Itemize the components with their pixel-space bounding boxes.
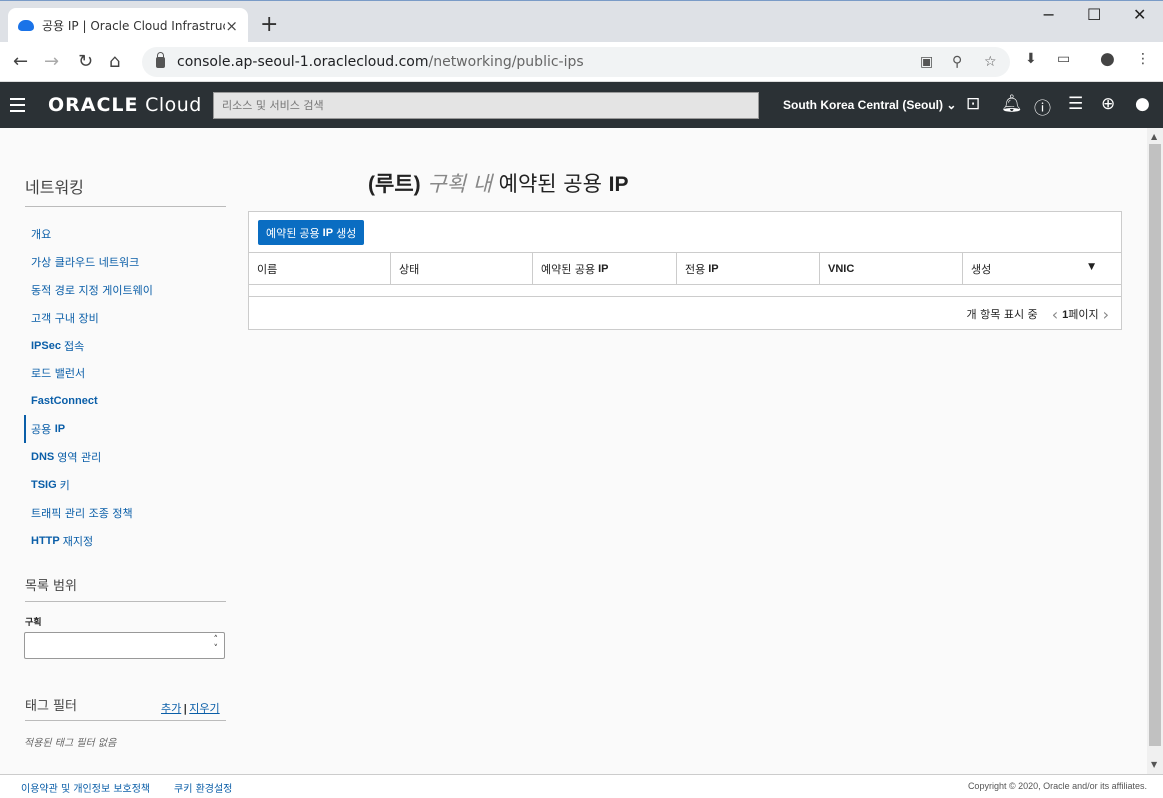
divider	[25, 720, 226, 721]
compartment-label: 구획	[25, 618, 42, 628]
cookie-preferences-link[interactable]: 쿠키 환경설정	[174, 780, 232, 795]
tab-title: 공용 IP | Oracle Cloud Infrastructure	[42, 19, 225, 33]
maximize-button[interactable]: ☐	[1087, 5, 1101, 24]
divider	[25, 601, 226, 602]
globe-icon[interactable]: ⊕	[1101, 94, 1115, 114]
sort-down-icon: ▼	[1088, 262, 1095, 272]
separator: |	[183, 702, 188, 715]
sidebar-item-ipsec[interactable]: IPSec 접속	[24, 332, 226, 360]
sidebar-item-http-redirect[interactable]: HTTP 재지정	[24, 527, 226, 555]
page-content: 네트워킹 개요 가상 클라우드 네트워크 동적 경로 지정 게이트웨이 고객 구…	[0, 128, 1147, 774]
oracle-cloud-favicon-icon	[18, 20, 34, 31]
sidebar-nav: 개요 가상 클라우드 네트워크 동적 경로 지정 게이트웨이 고객 구내 장비 …	[24, 220, 226, 555]
home-icon[interactable]: ⌂	[109, 51, 120, 72]
hamburger-menu-icon[interactable]	[10, 98, 25, 116]
page-footer: 이용약관 및 개인정보 보호정책 쿠키 환경설정 Copyright © 202…	[0, 774, 1163, 798]
sidebar-item-tsig[interactable]: TSIG 키	[24, 471, 226, 499]
column-header-private-ip[interactable]: 전용 IP	[677, 253, 820, 284]
logo-product: Cloud	[145, 94, 202, 116]
help-icon[interactable]: ⓘ	[1034, 94, 1051, 119]
sidebar-item-cpe[interactable]: 고객 구내 장비	[24, 304, 226, 332]
copyright: Copyright © 2020, Oracle and/or its affi…	[967, 781, 1147, 791]
extension-cast-icon[interactable]: ▭	[1057, 51, 1070, 67]
select-updown-icon: ˄ ˅	[213, 635, 219, 654]
tag-filter-actions: 추가 | 지우기	[161, 700, 220, 716]
sidebar-item-vcn[interactable]: 가상 클라우드 네트워크	[24, 248, 226, 276]
resource-search-input[interactable]	[213, 92, 759, 119]
lock-icon	[156, 51, 165, 68]
items-shown-label: 개 항목 표시 중	[966, 308, 1038, 321]
new-tab-button[interactable]: +	[260, 12, 278, 37]
compartment-select[interactable]: ˄ ˅	[24, 632, 225, 659]
create-reserved-ip-button[interactable]: 예약된 공용 IP 생성	[258, 220, 365, 245]
cloud-shell-icon[interactable]: ⊡	[966, 94, 980, 114]
sidebar-item-fastconnect[interactable]: FastConnect	[24, 387, 226, 415]
tag-add-link[interactable]: 추가	[161, 702, 181, 715]
translate-icon[interactable]: ▣	[920, 54, 933, 70]
column-header-name[interactable]: 이름	[249, 253, 391, 284]
profile-avatar-icon[interactable]: ●	[1100, 49, 1115, 69]
console-header: ORACLE Cloud South Korea Central (Seoul)…	[0, 82, 1163, 128]
scroll-down-icon[interactable]: ▼	[1151, 760, 1157, 769]
column-header-vnic[interactable]: VNIC	[820, 253, 963, 284]
page-title: (루트) 구획 내 예약된 공용 IP	[368, 172, 629, 196]
table-body-empty	[249, 285, 1121, 297]
browser-tab-strip: 공용 IP | Oracle Cloud Infrastructure × + …	[0, 0, 1163, 43]
sidebar-item-drg[interactable]: 동적 경로 지정 게이트웨이	[24, 276, 226, 304]
sidebar-item-load-balancer[interactable]: 로드 밸런서	[24, 359, 226, 387]
sidebar-item-overview[interactable]: 개요	[24, 220, 226, 248]
column-header-state[interactable]: 상태	[391, 253, 533, 284]
column-header-reserved-ip[interactable]: 예약된 공용 IP	[533, 253, 677, 284]
logo-brand: ORACLE	[48, 94, 139, 116]
reload-icon[interactable]: ↻	[78, 51, 93, 72]
sidebar-item-traffic-steering[interactable]: 트래픽 관리 조종 정책	[24, 499, 226, 527]
next-page-icon[interactable]: ›	[1103, 305, 1109, 324]
chat-icon[interactable]: ☰	[1068, 94, 1083, 114]
terms-privacy-link[interactable]: 이용약관 및 개인정보 보호정책	[21, 780, 150, 795]
bookmark-star-icon[interactable]: ☆	[984, 54, 997, 70]
url-host: console.ap-seoul-1.oraclecloud.com	[177, 54, 429, 70]
region-label: South Korea Central (Seoul)	[783, 98, 944, 112]
reserved-ip-table-panel: 예약된 공용 IP 생성 이름 상태 예약된 공용 IP 전용 IP VNIC 생성 ▼ …	[248, 211, 1122, 330]
user-icon[interactable]: ●	[1135, 94, 1150, 114]
pagination: 개 항목 표시 중 ‹ 1페이지 ›	[966, 304, 1113, 324]
vertical-scrollbar[interactable]: ▲ ▼	[1147, 128, 1163, 774]
divider	[25, 206, 226, 207]
column-header-created[interactable]: 생성 ▼	[963, 253, 1121, 284]
browser-toolbar: ← → ↻ ⌂ console.ap-seoul-1.oraclecloud.c…	[0, 42, 1163, 82]
sidebar-item-public-ip[interactable]: 공용 IP	[24, 415, 226, 444]
close-window-button[interactable]: ✕	[1133, 5, 1146, 24]
page-number: 1페이지	[1062, 308, 1099, 321]
prev-page-icon[interactable]: ‹	[1052, 305, 1058, 324]
region-selector[interactable]: South Korea Central (Seoul) ⌄	[783, 98, 956, 112]
scrollbar-thumb[interactable]	[1149, 144, 1161, 746]
zoom-icon[interactable]: ⚲	[952, 54, 962, 70]
minimize-button[interactable]: −	[1042, 5, 1055, 24]
chevron-down-icon: ⌄	[946, 98, 957, 112]
table-header: 이름 상태 예약된 공용 IP 전용 IP VNIC 생성 ▼	[249, 252, 1121, 285]
scroll-up-icon[interactable]: ▲	[1151, 132, 1157, 141]
url-path: /networking/public-ips	[428, 54, 584, 70]
forward-arrow-icon[interactable]: →	[44, 51, 59, 72]
tag-filter-empty: 적용된 태그 필터 없음	[24, 738, 117, 749]
sidebar-item-dns[interactable]: DNS 영역 관리	[24, 443, 226, 471]
tab-close-icon[interactable]: ×	[225, 17, 238, 35]
browser-menu-icon[interactable]: ⋮	[1136, 51, 1150, 67]
tag-clear-link[interactable]: 지우기	[189, 702, 219, 715]
extension-download-icon[interactable]: ⬇	[1025, 51, 1037, 67]
bell-icon[interactable]: 🔔︎	[1001, 94, 1023, 114]
back-arrow-icon[interactable]: ←	[13, 51, 28, 72]
browser-tab[interactable]: 공용 IP | Oracle Cloud Infrastructure ×	[8, 8, 248, 43]
tag-filter-title: 태그 필터	[25, 699, 77, 714]
address-bar[interactable]: console.ap-seoul-1.oraclecloud.com /netw…	[142, 47, 1010, 77]
sidebar-title: 네트워킹	[25, 178, 84, 197]
list-scope-title: 목록 범위	[25, 579, 77, 594]
oracle-cloud-logo[interactable]: ORACLE Cloud	[48, 94, 202, 116]
